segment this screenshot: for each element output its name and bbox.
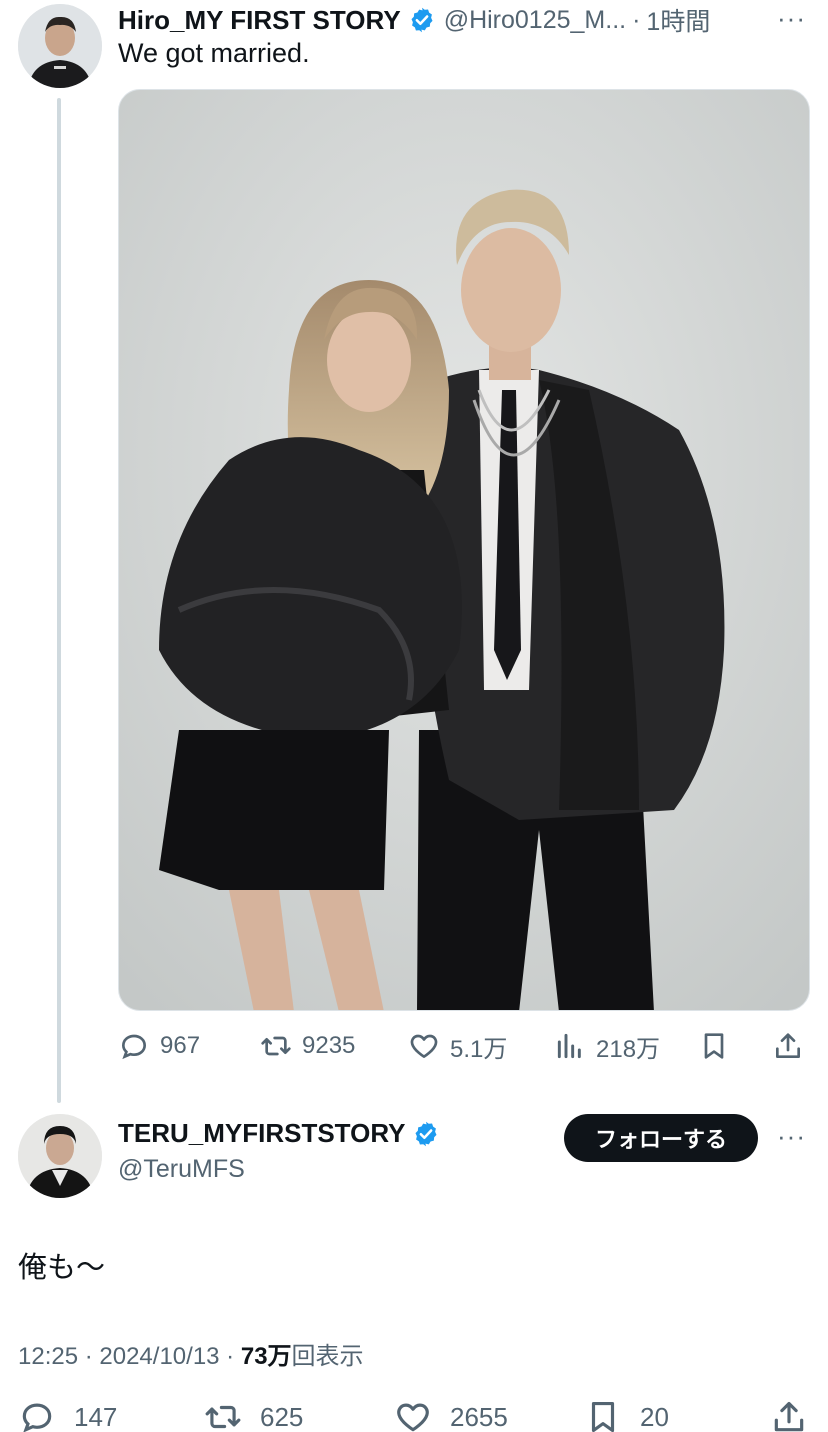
tweet2-handle[interactable]: @TeruMFS	[118, 1155, 440, 1184]
share-button[interactable]	[772, 1025, 804, 1067]
tweet2-meta: 12:25 · 2024/10/13 · 73万回表示	[18, 1336, 364, 1371]
tweet1-separator: ·	[632, 5, 641, 34]
retweet-icon	[205, 1405, 241, 1429]
like-count: 5.1万	[450, 1035, 508, 1063]
tweet2-time[interactable]: 12:25	[18, 1343, 78, 1370]
bookmark-icon	[704, 1033, 724, 1059]
tweet1-header: Hiro_MY FIRST STORY @Hiro0125_M... · 1時間	[118, 2, 818, 38]
follow-button[interactable]: フォローする	[564, 1114, 758, 1162]
like-button[interactable]: 2655	[394, 1396, 508, 1432]
verified-badge-icon	[411, 7, 433, 33]
tweet2-text: 俺も〜	[18, 1252, 106, 1284]
retweet-icon	[261, 1036, 291, 1056]
avatar-hiro[interactable]	[18, 4, 102, 88]
bookmark-button[interactable]: 20	[584, 1396, 669, 1432]
tweet2-more-options-icon[interactable]: ···	[777, 1121, 806, 1152]
retweet-count: 9235	[302, 1032, 356, 1059]
meta-separator: ·	[78, 1343, 100, 1370]
tweet2-header: TERU_MYFIRSTSTORY @TeruMFS	[118, 1118, 440, 1184]
share-button[interactable]	[770, 1396, 808, 1432]
bookmark-button[interactable]	[698, 1025, 730, 1067]
like-count: 2655	[450, 1401, 508, 1432]
reply-count: 147	[74, 1401, 118, 1432]
tweet2-action-bar: 147 625 2655 20	[18, 1396, 818, 1432]
tweet1-photo[interactable]	[118, 89, 810, 1011]
tweet2-views-label: 回表示	[291, 1343, 364, 1370]
tweet2-display-name[interactable]: TERU_MYFIRSTSTORY	[118, 1118, 405, 1149]
meta-separator: ·	[219, 1343, 241, 1370]
like-button[interactable]: 5.1万	[408, 1025, 507, 1067]
views-button[interactable]: 218万	[554, 1025, 660, 1067]
reply-icon	[22, 1403, 52, 1432]
bookmark-icon	[591, 1401, 615, 1432]
tweet2-date[interactable]: 2024/10/13	[99, 1343, 219, 1370]
reply-button[interactable]: 147	[18, 1396, 117, 1432]
views-chart-icon	[557, 1033, 581, 1059]
avatar-teru[interactable]	[18, 1114, 102, 1198]
heart-icon	[410, 1034, 438, 1058]
retweet-button[interactable]: 9235	[260, 1025, 355, 1067]
views-count: 218万	[596, 1035, 661, 1063]
share-icon	[774, 1401, 804, 1432]
tweet2-views-count: 73万	[240, 1343, 292, 1370]
tweet1-display-name[interactable]: Hiro_MY FIRST STORY	[118, 5, 401, 36]
tweet1-handle[interactable]: @Hiro0125_M...	[444, 6, 626, 35]
bookmark-count: 20	[640, 1401, 669, 1432]
retweet-button[interactable]: 625	[204, 1396, 303, 1432]
reply-count: 967	[160, 1032, 201, 1059]
tweet1-more-options-icon[interactable]: ···	[777, 3, 806, 34]
verified-badge-icon	[415, 1121, 437, 1146]
heart-icon	[397, 1403, 429, 1432]
tweet1-action-bar: 967 9235 5.1万 218万	[118, 1025, 810, 1067]
retweet-count: 625	[260, 1401, 304, 1432]
tweet1-time[interactable]: 1時間	[646, 2, 710, 38]
reply-icon	[121, 1034, 147, 1060]
tweet1-text: We got married.	[118, 38, 310, 68]
share-icon	[776, 1033, 800, 1058]
reply-button[interactable]: 967	[118, 1025, 200, 1067]
thread-connector-line	[57, 98, 61, 1103]
